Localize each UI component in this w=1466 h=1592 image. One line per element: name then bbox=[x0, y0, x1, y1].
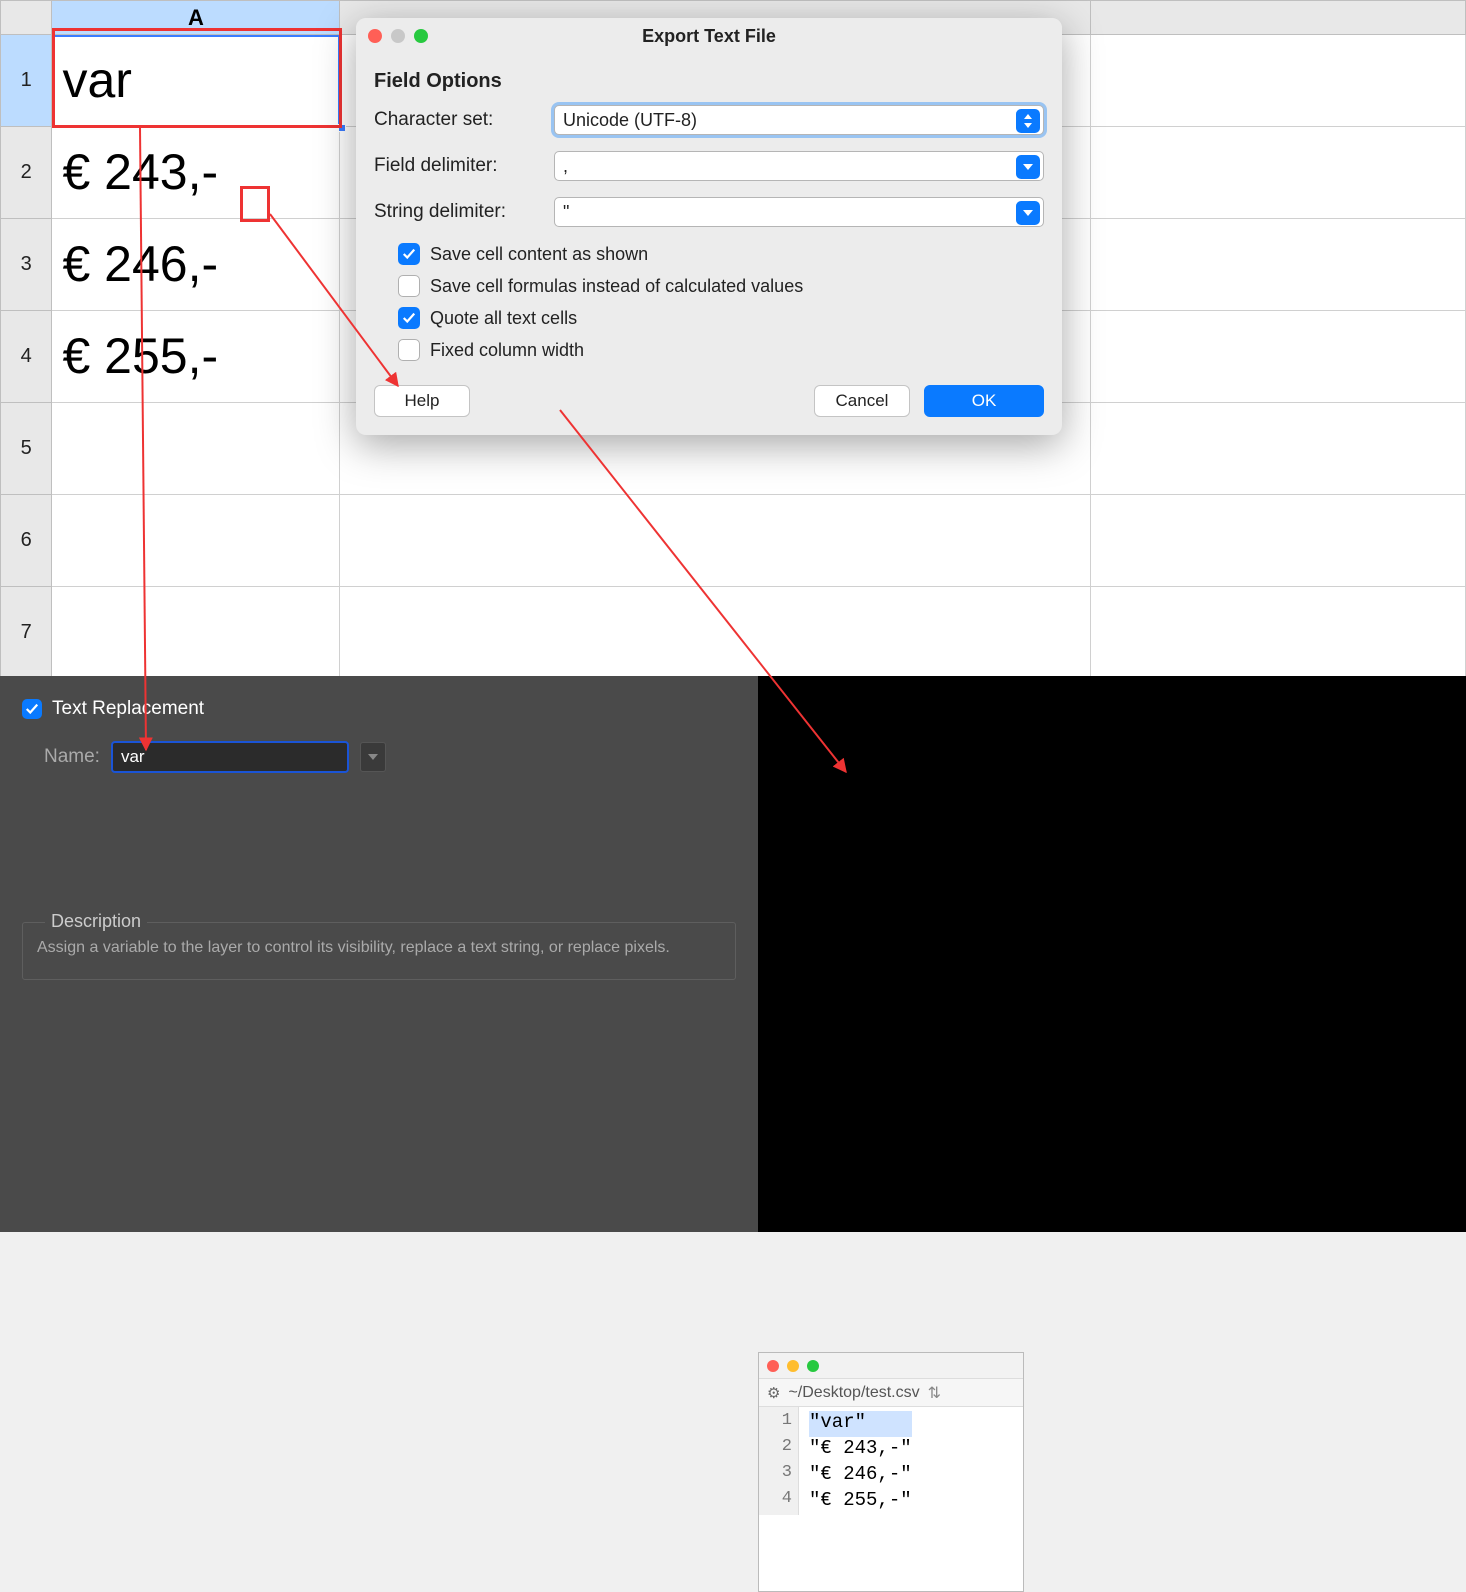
checkbox-text-replacement[interactable] bbox=[22, 699, 42, 719]
section-field-options: Field Options bbox=[374, 70, 1044, 93]
cell-A5[interactable] bbox=[52, 403, 340, 495]
charset-dropdown[interactable]: Unicode (UTF-8) bbox=[554, 105, 1044, 135]
cell-C1[interactable] bbox=[1090, 35, 1465, 127]
cancel-button[interactable]: Cancel bbox=[814, 385, 910, 417]
sheet-corner[interactable] bbox=[1, 1, 52, 35]
string-delim-dropdown[interactable]: " bbox=[554, 197, 1044, 227]
lower-area: Text Replacement Name: Description Assig… bbox=[0, 676, 1466, 1232]
row-header-1[interactable]: 1 bbox=[1, 35, 52, 127]
ok-button[interactable]: OK bbox=[924, 385, 1044, 417]
field-delim-dropdown[interactable]: , bbox=[554, 151, 1044, 181]
cell-C5[interactable] bbox=[1090, 403, 1465, 495]
text-editor-window: ⚙ ~/Desktop/test.csv ⇅ 1 2 3 4 "var" "€ … bbox=[758, 1352, 1024, 1592]
cell-C3[interactable] bbox=[1090, 219, 1465, 311]
help-button[interactable]: Help bbox=[374, 385, 470, 417]
editor-line-3: "€ 246,-" bbox=[809, 1463, 912, 1489]
row-header-3[interactable]: 3 bbox=[1, 219, 52, 311]
window-close-icon[interactable] bbox=[767, 1360, 779, 1372]
dialog-titlebar[interactable]: Export Text File bbox=[356, 18, 1062, 54]
editor-code[interactable]: "var" "€ 243,-" "€ 246,-" "€ 255,-" bbox=[799, 1407, 922, 1515]
cell-C2[interactable] bbox=[1090, 127, 1465, 219]
chevron-down-icon bbox=[1016, 201, 1040, 225]
editor-gutter: 1 2 3 4 bbox=[759, 1407, 799, 1515]
name-input[interactable] bbox=[112, 742, 348, 772]
window-minimize-icon[interactable] bbox=[787, 1360, 799, 1372]
description-box: Description Assign a variable to the lay… bbox=[22, 922, 736, 980]
label-text-replacement: Text Replacement bbox=[52, 698, 204, 720]
cell-A2[interactable]: € 243,- bbox=[52, 127, 340, 219]
cell-B7[interactable] bbox=[340, 587, 1090, 679]
checkbox-quote-all[interactable] bbox=[398, 307, 420, 329]
row-header-5[interactable]: 5 bbox=[1, 403, 52, 495]
chevron-down-icon bbox=[1016, 155, 1040, 179]
gear-icon[interactable]: ⚙ bbox=[767, 1384, 780, 1402]
row-header-7[interactable]: 7 bbox=[1, 587, 52, 679]
window-zoom-icon[interactable] bbox=[807, 1360, 819, 1372]
label-quote-all: Quote all text cells bbox=[430, 308, 577, 329]
string-delim-value: " bbox=[563, 202, 569, 223]
editor-line-4: "€ 255,-" bbox=[809, 1489, 912, 1515]
label-save-as-shown: Save cell content as shown bbox=[430, 244, 648, 265]
name-label: Name: bbox=[44, 746, 100, 768]
row-header-2[interactable]: 2 bbox=[1, 127, 52, 219]
dropdown-arrows-icon bbox=[1016, 109, 1040, 133]
inspector-panel: Text Replacement Name: Description Assig… bbox=[0, 676, 758, 1232]
name-dropdown[interactable] bbox=[360, 742, 386, 772]
label-fixed-width: Fixed column width bbox=[430, 340, 584, 361]
col-header-A[interactable]: A bbox=[52, 1, 340, 35]
charset-value: Unicode (UTF-8) bbox=[563, 110, 697, 131]
editor-line-1: "var" bbox=[809, 1411, 912, 1437]
export-dialog: Export Text File Field Options Character… bbox=[356, 18, 1062, 435]
dialog-title: Export Text File bbox=[356, 26, 1062, 47]
cell-A7[interactable] bbox=[52, 587, 340, 679]
cell-B6[interactable] bbox=[340, 495, 1090, 587]
cell-C4[interactable] bbox=[1090, 311, 1465, 403]
editor-titlebar[interactable] bbox=[759, 1353, 1023, 1379]
cell-A6[interactable] bbox=[52, 495, 340, 587]
cell-A4[interactable]: € 255,- bbox=[52, 311, 340, 403]
selection-handle[interactable] bbox=[338, 124, 346, 132]
charset-label: Character set: bbox=[374, 109, 554, 131]
cell-C6[interactable] bbox=[1090, 495, 1465, 587]
row-header-6[interactable]: 6 bbox=[1, 495, 52, 587]
label-save-formulas: Save cell formulas instead of calculated… bbox=[430, 276, 803, 297]
checkbox-fixed-width[interactable] bbox=[398, 339, 420, 361]
description-title: Description bbox=[45, 911, 147, 932]
field-delim-label: Field delimiter: bbox=[374, 155, 554, 177]
checkbox-save-formulas[interactable] bbox=[398, 275, 420, 297]
editor-path[interactable]: ~/Desktop/test.csv bbox=[788, 1384, 919, 1402]
col-header-C[interactable] bbox=[1090, 1, 1465, 35]
cell-A3[interactable]: € 246,- bbox=[52, 219, 340, 311]
cell-A1[interactable]: var bbox=[52, 35, 340, 127]
cell-C7[interactable] bbox=[1090, 587, 1465, 679]
editor-line-2: "€ 243,-" bbox=[809, 1437, 912, 1463]
checkbox-save-as-shown[interactable] bbox=[398, 243, 420, 265]
row-header-4[interactable]: 4 bbox=[1, 311, 52, 403]
field-delim-value: , bbox=[563, 156, 568, 177]
description-text: Assign a variable to the layer to contro… bbox=[37, 937, 721, 959]
string-delim-label: String delimiter: bbox=[374, 201, 554, 223]
path-updown-icon[interactable]: ⇅ bbox=[928, 1383, 941, 1403]
